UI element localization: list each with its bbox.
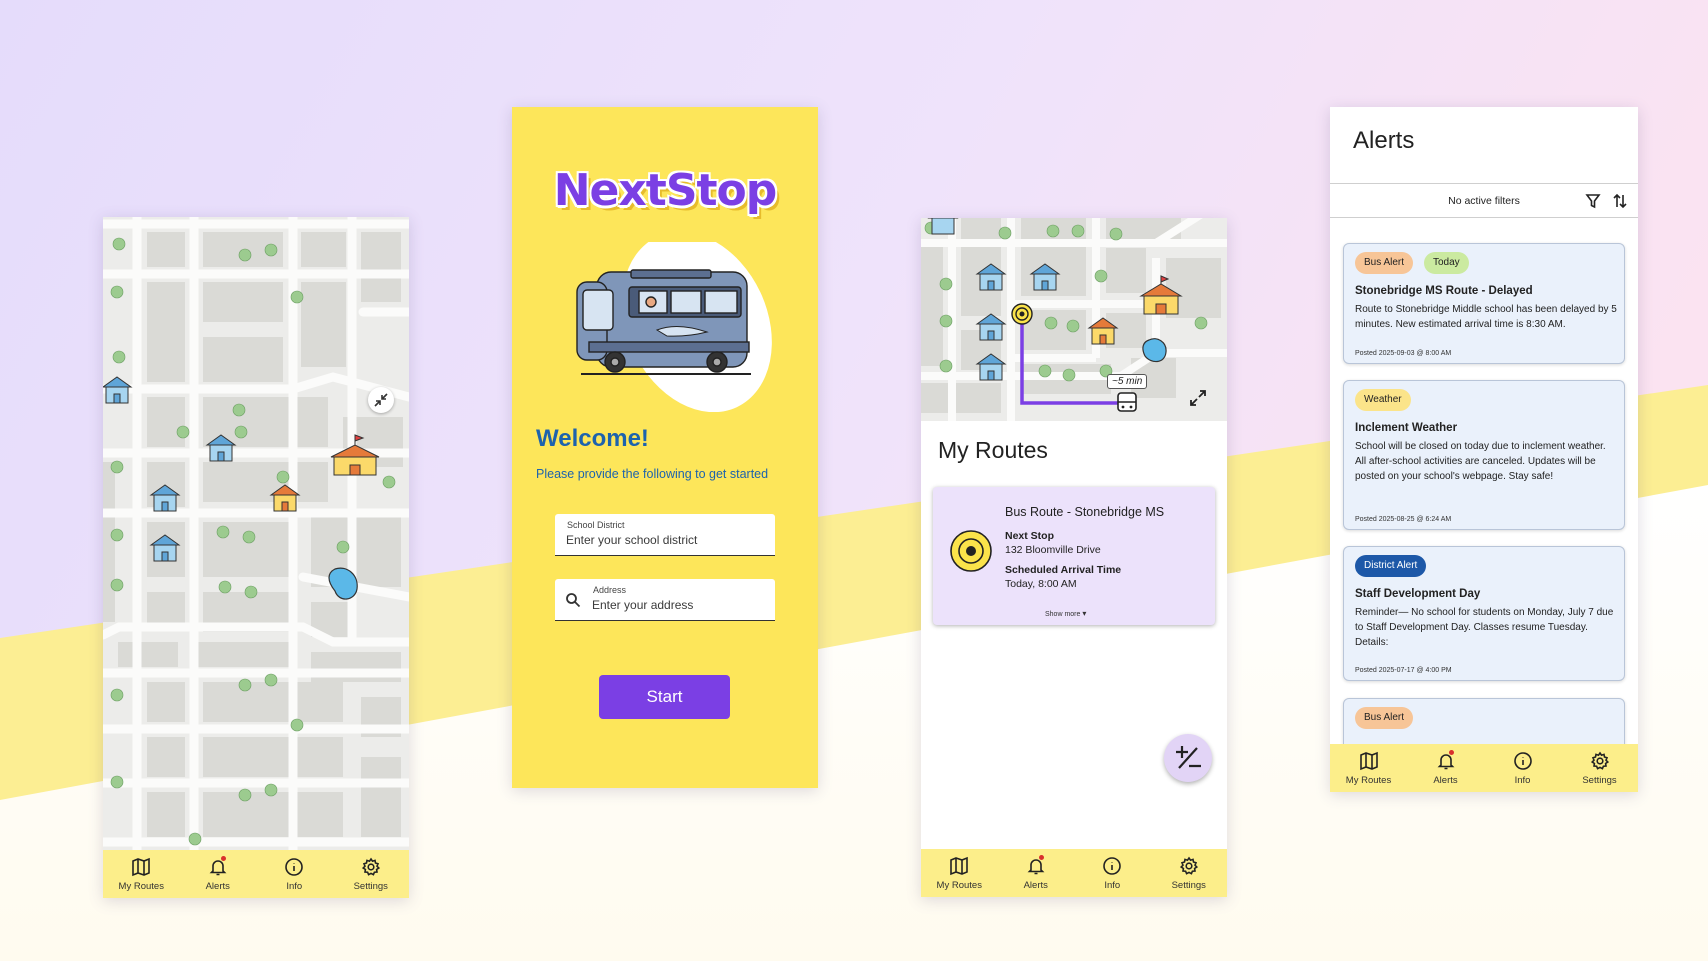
map-screen: My Routes Alerts Info Settings: [103, 217, 409, 898]
expand-icon: [1190, 390, 1206, 406]
nav-settings[interactable]: Settings: [1565, 750, 1635, 786]
tag-bus-alert: Bus Alert: [1355, 252, 1414, 274]
alert-posted: Posted 2025-07-17 @ 4:00 PM: [1355, 667, 1452, 674]
bottom-nav: My Routes Alerts Info Settings: [921, 849, 1227, 897]
school-district-input[interactable]: [566, 533, 766, 547]
nav-my-routes[interactable]: My Routes: [106, 856, 176, 892]
start-button[interactable]: Start: [599, 675, 730, 719]
info-icon: [285, 858, 304, 876]
next-stop-value: 132 Bloomville Drive: [1005, 544, 1101, 556]
route-title: Bus Route - Stonebridge MS: [1005, 505, 1165, 519]
nav-info[interactable]: Info: [1077, 855, 1147, 891]
filter-icon[interactable]: [1585, 193, 1601, 209]
gear-icon: [1590, 751, 1609, 770]
nav-label: Info: [1104, 880, 1121, 891]
nav-label: Settings: [353, 881, 388, 892]
notification-dot: [1448, 750, 1454, 755]
eta-label: ~5 min: [1107, 374, 1148, 389]
page-title: Alerts: [1353, 127, 1415, 154]
alerts-screen: Alerts No active filters Bus Alert Today…: [1330, 107, 1638, 792]
collapse-map-button[interactable]: [368, 387, 394, 413]
nav-info[interactable]: Info: [1488, 750, 1558, 786]
nav-label: Settings: [1582, 775, 1617, 786]
alert-card[interactable]: Bus Alert Today Stonebridge MS Route - D…: [1343, 243, 1625, 364]
welcome-title: Welcome!: [536, 425, 649, 452]
tag-bus-alert: Bus Alert: [1355, 707, 1414, 729]
bus-stop-target-icon: [950, 530, 992, 572]
field-label: Address: [593, 585, 627, 595]
field-label: School District: [567, 520, 625, 530]
route-map[interactable]: [921, 218, 1227, 421]
alert-body: Reminder— No school for students on Mond…: [1355, 607, 1614, 648]
map-icon: [950, 856, 969, 876]
alert-posted: Posted 2025-08-25 @ 6:24 AM: [1355, 516, 1452, 523]
welcome-screen: NextStop Welcome! Please provide the fol…: [512, 107, 818, 788]
gear-icon: [1179, 856, 1198, 875]
address-field[interactable]: Address: [555, 579, 775, 621]
expand-map-button[interactable]: [1188, 388, 1208, 413]
alert-title: Inclement Weather: [1355, 422, 1458, 434]
next-stop-label: Next Stop: [1005, 530, 1055, 542]
notification-dot: [220, 856, 226, 861]
info-icon: [1103, 857, 1122, 875]
nav-label: Alerts: [1023, 880, 1048, 891]
nav-my-routes[interactable]: My Routes: [924, 855, 994, 891]
bottom-nav: My Routes Alerts Info Settings: [1330, 744, 1638, 792]
search-icon: [566, 593, 581, 608]
address-input[interactable]: [592, 598, 767, 612]
page-title: My Routes: [938, 437, 1048, 463]
show-more-button[interactable]: Show more ▾: [1045, 609, 1086, 618]
bus-illustration: [567, 231, 777, 417]
nav-label: My Routes: [1345, 775, 1392, 786]
nav-label: My Routes: [936, 880, 982, 891]
my-routes-screen: ~5 min My Routes Bus Route - Stonebridge…: [921, 218, 1227, 897]
add-remove-route-button[interactable]: [1164, 734, 1212, 782]
nav-info[interactable]: Info: [259, 856, 329, 892]
show-more-label: Show more: [1045, 611, 1081, 618]
nav-label: Alerts: [205, 881, 230, 892]
chevron-down-icon: ▾: [1082, 609, 1087, 618]
welcome-subtitle: Please provide the following to get star…: [536, 467, 769, 481]
alert-body: Route to Stonebridge Middle school has b…: [1355, 304, 1617, 330]
nav-my-routes[interactable]: My Routes: [1334, 750, 1404, 786]
alert-title: Staff Development Day: [1355, 588, 1481, 600]
arrival-value: Today, 8:00 AM: [1005, 578, 1077, 590]
tag-district-alert: District Alert: [1355, 555, 1427, 577]
filter-bar: No active filters: [1330, 183, 1638, 218]
arrival-label: Scheduled Arrival Time: [1005, 564, 1122, 576]
map-icon: [132, 857, 151, 877]
nav-alerts[interactable]: Alerts: [1411, 750, 1481, 786]
app-logo: NextStop: [553, 165, 778, 216]
sort-icon[interactable]: [1612, 193, 1628, 209]
alert-card[interactable]: District Alert Staff Development Day Rem…: [1343, 546, 1625, 681]
nav-label: My Routes: [118, 881, 164, 892]
notification-dot: [1038, 855, 1044, 860]
alert-card[interactable]: Weather Inclement Weather School will be…: [1343, 380, 1625, 530]
nav-label: Alerts: [1433, 775, 1458, 786]
info-icon: [1513, 752, 1532, 770]
nav-label: Info: [286, 881, 303, 892]
tag-today: Today: [1424, 252, 1469, 274]
alert-body: School will be closed on today due to in…: [1355, 441, 1606, 482]
nav-alerts[interactable]: Alerts: [183, 856, 253, 892]
route-card[interactable]: Bus Route - Stonebridge MS Next Stop 132…: [933, 487, 1215, 625]
alert-title: Stonebridge MS Route - Delayed: [1355, 285, 1533, 297]
nav-label: Info: [1514, 775, 1531, 786]
nav-label: Settings: [1171, 880, 1206, 891]
school-district-field[interactable]: School District: [555, 514, 775, 556]
nav-settings[interactable]: Settings: [336, 856, 406, 892]
nav-settings[interactable]: Settings: [1154, 855, 1224, 891]
alert-posted: Posted 2025-09-03 @ 8:00 AM: [1355, 350, 1452, 357]
collapse-icon: [374, 393, 388, 407]
gear-icon: [361, 857, 380, 876]
plus-minus-icon: [1176, 746, 1201, 769]
map-icon: [1359, 751, 1378, 771]
neighborhood-map[interactable]: [103, 217, 409, 850]
nav-alerts[interactable]: Alerts: [1001, 855, 1071, 891]
tag-weather: Weather: [1355, 389, 1411, 411]
bottom-nav: My Routes Alerts Info Settings: [103, 850, 409, 898]
